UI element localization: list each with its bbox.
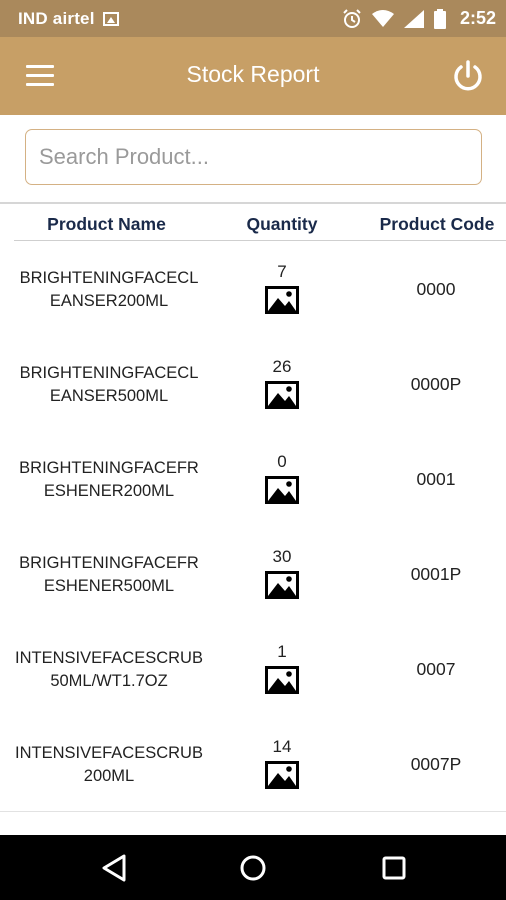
signal-icon (403, 9, 424, 28)
product-name-line: BRIGHTENINGFACECL (19, 364, 199, 382)
carrier-name: IND airtel (18, 8, 95, 28)
table-header: Product Name Quantity Product Code (0, 204, 506, 240)
recents-icon[interactable] (377, 851, 411, 885)
column-header-product-code: Product Code (379, 214, 495, 234)
product-name-line: ESHENER500ML (43, 577, 175, 595)
search-area (0, 115, 506, 202)
image-icon[interactable] (265, 381, 299, 409)
clock: 2:52 (459, 8, 496, 28)
quantity-value: 7 (277, 262, 287, 281)
product-code: 0007P (410, 754, 462, 774)
table-row[interactable]: BRIGHTENINGFACEFR ESHENER200ML 0 0001 (0, 431, 506, 527)
wifi-icon (371, 9, 394, 27)
table-row[interactable]: INTENSIVEFACESCRUB 200ML 14 0007P (0, 716, 506, 812)
status-bar: IND airtel 2:52 (0, 0, 506, 37)
table-row[interactable]: BRIGHTENINGFACECL EANSER500ML 26 0000P (0, 336, 506, 432)
product-code: 0000P (410, 374, 462, 394)
table-row[interactable]: INTENSIVEFACESCRUB 50ML/WT1.7OZ 1 0007 (0, 621, 506, 717)
product-code: 0001P (410, 564, 462, 584)
image-icon[interactable] (265, 666, 299, 694)
product-name: INTENSIVEFACESCRUB 200ML (4, 742, 214, 788)
image-icon[interactable] (265, 571, 299, 599)
product-name-line: EANSER200ML (49, 292, 169, 310)
search-input[interactable] (25, 129, 482, 185)
image-icon[interactable] (265, 286, 299, 314)
product-name-line: INTENSIVEFACESCRUB (15, 744, 203, 762)
column-header-product-name: Product Name (47, 214, 166, 234)
product-code: 0000 (416, 279, 456, 299)
home-icon[interactable] (236, 851, 270, 885)
back-icon[interactable] (97, 851, 131, 885)
app-bar: Stock Report (0, 37, 506, 115)
table-row[interactable]: BRIGHTENINGFACEFR ESHENER500ML 30 0001P (0, 526, 506, 622)
product-name: BRIGHTENINGFACECL EANSER200ML (4, 267, 214, 313)
image-icon[interactable] (265, 476, 299, 504)
quantity-value: 14 (272, 737, 292, 756)
power-icon[interactable] (450, 59, 486, 95)
product-name-line: 200ML (83, 767, 135, 785)
product-name-line: ESHENER200ML (43, 482, 175, 500)
product-name: BRIGHTENINGFACECL EANSER500ML (4, 362, 214, 408)
table-row[interactable]: BRIGHTENINGFACECL EANSER200ML 7 0000 (0, 241, 506, 337)
battery-icon (433, 8, 446, 29)
product-name-line: EANSER500ML (49, 387, 169, 405)
alarm-icon (343, 8, 361, 28)
product-name: INTENSIVEFACESCRUB 50ML/WT1.7OZ (4, 647, 214, 693)
product-name-line: BRIGHTENINGFACEFR (19, 459, 199, 477)
product-code: 0001 (416, 469, 456, 489)
product-name-line: 50ML/WT1.7OZ (50, 672, 168, 690)
image-icon[interactable] (265, 761, 299, 789)
status-icons: 2:52 (342, 0, 496, 37)
product-name-line: BRIGHTENINGFACECL (19, 269, 199, 287)
product-name-line: BRIGHTENINGFACEFR (19, 554, 199, 572)
quantity-value: 0 (277, 452, 287, 471)
product-name: BRIGHTENINGFACEFR ESHENER500ML (4, 552, 214, 598)
quantity-value: 30 (272, 547, 292, 566)
column-header-quantity: Quantity (246, 214, 318, 234)
navigation-bar (0, 835, 506, 900)
product-code: 0007 (416, 659, 456, 679)
page-title: Stock Report (186, 61, 320, 87)
product-name-line: INTENSIVEFACESCRUB (15, 649, 203, 667)
gallery-icon (102, 11, 119, 26)
quantity-value: 26 (272, 357, 292, 376)
quantity-value: 1 (277, 642, 287, 661)
product-name: BRIGHTENINGFACEFR ESHENER200ML (4, 457, 214, 503)
